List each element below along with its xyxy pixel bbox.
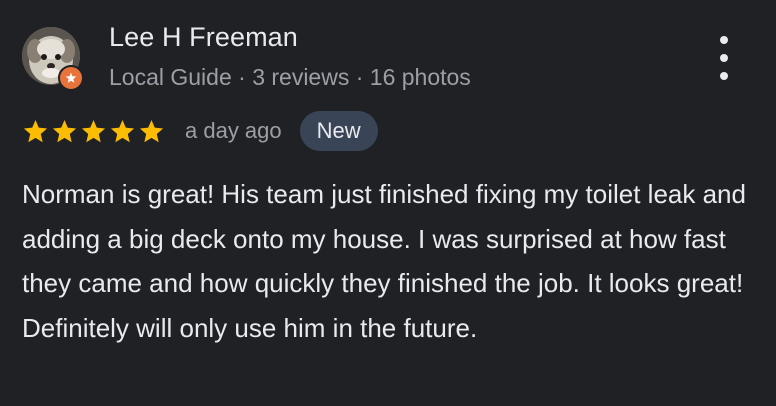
more-vert-icon	[720, 72, 728, 80]
local-guide-badge	[58, 65, 84, 91]
reviewer-meta[interactable]: Local Guide · 3 reviews · 16 photos	[109, 64, 471, 91]
star-rating	[22, 118, 165, 145]
review-card: Lee H Freeman Local Guide · 3 reviews · …	[0, 0, 776, 406]
rating-row: a day ago New	[22, 110, 378, 152]
more-vert-icon	[720, 54, 728, 62]
star-icon	[81, 119, 106, 142]
more-vert-icon	[720, 36, 728, 44]
new-badge: New	[299, 111, 378, 151]
star-icon	[52, 119, 77, 142]
more-options-button[interactable]	[712, 36, 736, 80]
reviewer-name[interactable]: Lee H Freeman	[109, 22, 298, 53]
review-text: Norman is great! His team just finished …	[22, 179, 746, 343]
star-icon	[110, 119, 135, 142]
review-time: a day ago	[185, 118, 282, 143]
local-guide-star-badge-icon	[65, 72, 77, 83]
reviewer-avatar[interactable]	[22, 27, 84, 91]
star-icon	[23, 119, 48, 142]
star-icon	[139, 119, 164, 142]
